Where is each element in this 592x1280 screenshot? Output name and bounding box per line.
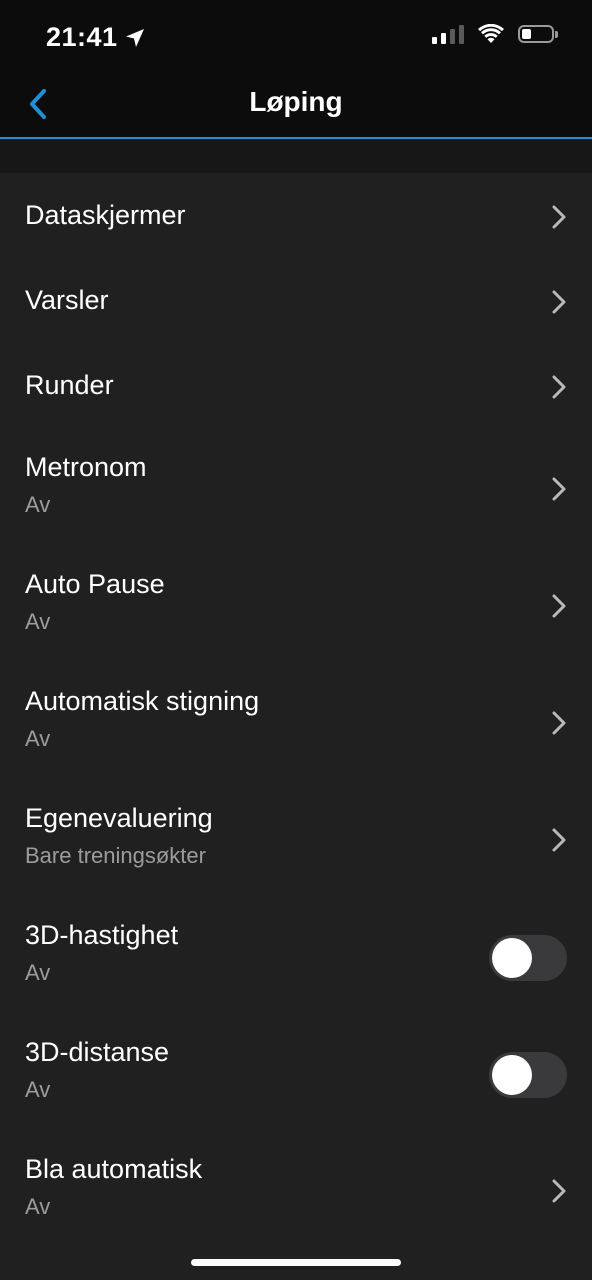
settings-row-label: Runder — [25, 370, 114, 400]
status-time-text: 21:41 — [46, 22, 118, 52]
settings-row-value: Av — [25, 1077, 51, 1102]
settings-row-value: Av — [25, 726, 51, 751]
location-arrow-icon — [125, 28, 144, 47]
settings-row-label: Egenevaluering — [25, 803, 213, 833]
settings-row-label: Automatisk stigning — [25, 686, 260, 716]
chevron-right-icon — [550, 710, 568, 736]
settings-row[interactable]: Dataskjermer — [0, 173, 592, 258]
settings-row-value: Av — [25, 960, 51, 985]
chevron-right-icon — [550, 289, 568, 315]
toggle-knob — [492, 937, 532, 978]
settings-row[interactable]: 3D-hastighet Av — [0, 896, 592, 1013]
settings-row[interactable]: Egenevaluering Bare treningsøkter — [0, 779, 592, 896]
settings-row-label: Dataskjermer — [25, 200, 186, 230]
settings-list: Dataskjermer Varsler Runder Metronom Av Auto … — [0, 173, 592, 1247]
chevron-right-icon — [550, 374, 568, 400]
settings-row[interactable]: Automatisk stigning Av — [0, 662, 592, 779]
settings-row[interactable]: Runder — [0, 343, 592, 428]
settings-row-label: 3D-hastighet — [25, 920, 179, 950]
chevron-right-icon — [550, 476, 568, 502]
settings-row-label: 3D-distanse — [25, 1037, 170, 1067]
home-indicator[interactable] — [191, 1259, 401, 1266]
page-title: Løping — [249, 86, 343, 117]
section-spacer — [0, 139, 592, 173]
screen: 21:41 Løping Dataskjermer Varsler Runder… — [0, 0, 592, 1280]
chevron-right-icon — [550, 204, 568, 230]
settings-row[interactable]: Bla automatisk Av — [0, 1130, 592, 1247]
battery-low-icon — [518, 25, 558, 43]
toggle-knob — [492, 1054, 532, 1095]
settings-row-value: Av — [25, 1194, 51, 1219]
top-bar: 21:41 Løping — [0, 0, 592, 138]
settings-row-value: Av — [25, 492, 51, 517]
settings-row-label: Bla automatisk — [25, 1154, 203, 1184]
status-time: 21:41 — [46, 22, 146, 53]
settings-row-label: Auto Pause — [25, 569, 165, 599]
toggle-switch[interactable] — [489, 1051, 567, 1098]
settings-row-value: Av — [25, 609, 51, 634]
signal-bars-icon — [432, 24, 464, 44]
chevron-right-icon — [550, 827, 568, 853]
settings-row-label: Varsler — [25, 285, 109, 315]
settings-row-label: Metronom — [25, 452, 147, 482]
status-icons — [432, 24, 558, 44]
toggle-switch[interactable] — [489, 934, 567, 981]
wifi-icon — [478, 24, 504, 43]
chevron-right-icon — [550, 1178, 568, 1204]
settings-row[interactable]: Varsler — [0, 258, 592, 343]
settings-row[interactable]: 3D-distanse Av — [0, 1013, 592, 1130]
chevron-right-icon — [550, 593, 568, 619]
settings-row[interactable]: Auto Pause Av — [0, 545, 592, 662]
settings-row-value: Bare treningsøkter — [25, 843, 206, 868]
settings-row[interactable]: Metronom Av — [0, 428, 592, 545]
